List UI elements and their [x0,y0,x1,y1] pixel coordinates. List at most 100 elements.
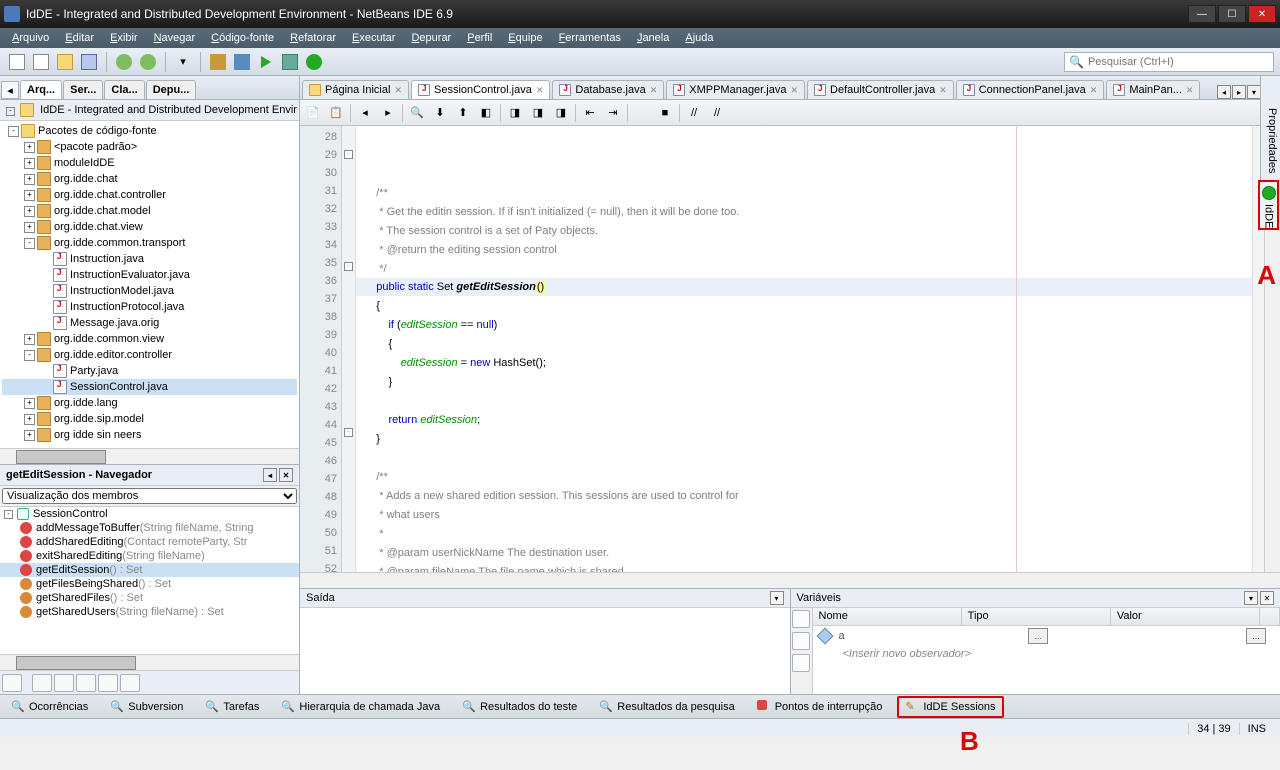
menu-depurar[interactable]: Depurar [403,30,459,46]
open-button[interactable] [54,51,76,73]
nav-back-button[interactable]: ◂ [354,103,376,123]
nav-filter-4[interactable] [76,674,96,692]
toggle-hl-button[interactable]: ◧ [475,103,497,123]
menu-editar[interactable]: Editar [57,30,102,46]
nav-method[interactable]: getSharedUsers(String fileName) : Set [0,605,299,619]
nav-hscroll[interactable] [0,654,299,670]
variable-row[interactable]: a ... ... [813,626,1280,646]
navigator-close[interactable]: ✕ [279,468,293,482]
tree-node[interactable]: -Pacotes de código-fonte [2,123,297,139]
output-min[interactable]: ▾ [770,591,784,605]
project-tab-3[interactable]: Depu... [146,80,197,99]
tab-close-icon[interactable]: ✕ [1186,85,1194,96]
editor-tab[interactable]: Database.java✕ [552,80,664,99]
watch-btn-3[interactable] [792,654,810,672]
line-gutter[interactable]: 2829303132333435363738394041424344454647… [300,126,342,572]
editor-tab[interactable]: SessionControl.java✕ [411,80,550,99]
idde-side-tab[interactable]: IdDE [1258,180,1279,230]
tab-close-icon[interactable]: ✕ [1090,85,1098,96]
project-root-label[interactable]: - IdDE - Integrated and Distributed Deve… [0,100,299,121]
tree-node[interactable]: -org.idde.editor.controller [2,347,297,363]
tree-node[interactable]: +<pacote padrão> [2,139,297,155]
editor-hscroll[interactable] [300,572,1280,588]
config-dropdown[interactable]: ▾ [172,51,194,73]
macro-rec-button[interactable] [631,103,653,123]
tab-close-icon[interactable]: ✕ [394,85,402,96]
debug-button[interactable] [279,51,301,73]
tree-node[interactable]: +org.idde.chat.view [2,219,297,235]
comment-button[interactable]: // [683,103,705,123]
tree-node[interactable]: +org.idde.sip.model [2,411,297,427]
macro-stop-button[interactable]: ■ [654,103,676,123]
menu-código-fonte[interactable]: Código-fonte [203,30,282,46]
add-watch-row[interactable]: <Inserir novo observador> [813,646,1280,662]
project-tab-1[interactable]: Ser... [63,80,103,99]
tree-node[interactable]: InstructionModel.java [2,283,297,299]
tree-node[interactable]: +org.idde.common.view [2,331,297,347]
view-tab-resultados-do-teste[interactable]: 🔍Resultados do teste [455,697,584,717]
menu-ajuda[interactable]: Ajuda [677,30,721,46]
build-button[interactable] [207,51,229,73]
editor-tab[interactable]: XMPPManager.java✕ [666,80,805,99]
profile-button[interactable] [303,51,325,73]
nav-method[interactable]: getFilesBeingShared() : Set [0,577,299,591]
next-bookmark-button[interactable]: ◨ [527,103,549,123]
editor-tab[interactable]: Página Inicial✕ [302,80,409,99]
search-input[interactable] [1084,56,1269,68]
tree-node[interactable]: Message.java.orig [2,315,297,331]
menu-navegar[interactable]: Navegar [146,30,204,46]
find-sel-button[interactable]: ⬇ [429,103,451,123]
last-edit-button[interactable]: 🔍 [406,103,428,123]
navigator-class-root[interactable]: - SessionControl [0,507,299,521]
project-tab-0[interactable]: Arq... [20,80,62,99]
view-tab-ocorrências[interactable]: 🔍Ocorrências [4,697,95,717]
variables-min[interactable]: ▾ [1244,591,1258,605]
view-tab-pontos-de-interrupção[interactable]: Pontos de interrupção [750,697,890,717]
value-more[interactable]: ... [1246,628,1266,644]
variables-table[interactable]: Nome Tipo Valor a ... ... [813,608,1280,694]
new-project-button[interactable] [30,51,52,73]
nav-method[interactable]: addSharedEditing(Contact remoteParty, St… [0,535,299,549]
navigator-collapse[interactable]: ◂ [263,468,277,482]
code-editor[interactable]: 2829303132333435363738394041424344454647… [300,126,1280,572]
watch-btn-1[interactable] [792,610,810,628]
prev-bookmark-button[interactable]: ◨ [504,103,526,123]
nav-method[interactable]: exitSharedEditing(String fileName) [0,549,299,563]
menu-equipe[interactable]: Equipe [500,30,550,46]
nav-method[interactable]: getEditSession() : Set [0,563,299,577]
history-button[interactable]: 📋 [325,103,347,123]
undo-button[interactable] [113,51,135,73]
fold-gutter[interactable]: - - - - [342,126,356,572]
editor-tab-ctrl-1[interactable]: ▸ [1232,85,1246,99]
tree-node[interactable]: +org idde sin neers [2,427,297,443]
save-all-button[interactable] [78,51,100,73]
view-tab-subversion[interactable]: 🔍Subversion [103,697,190,717]
watch-btn-2[interactable] [792,632,810,650]
maximize-button[interactable]: ☐ [1218,5,1246,23]
toggle-bookmark-button[interactable]: ◨ [550,103,572,123]
menu-refatorar[interactable]: Refatorar [282,30,344,46]
find-prev-button[interactable]: ⬆ [452,103,474,123]
variables-close[interactable]: ✕ [1260,591,1274,605]
navigator-tree[interactable]: - SessionControl addMessageToBuffer(Stri… [0,507,299,654]
run-button[interactable] [255,51,277,73]
editor-tab[interactable]: DefaultController.java✕ [807,80,954,99]
col-type[interactable]: Tipo [962,608,1111,625]
editor-tab[interactable]: ConnectionPanel.java✕ [956,80,1105,99]
nav-method[interactable]: getSharedFiles() : Set [0,591,299,605]
tree-node[interactable]: SessionControl.java [2,379,297,395]
nav-filter-3[interactable] [54,674,74,692]
col-name[interactable]: Nome [813,608,962,625]
tab-close-icon[interactable]: ✕ [939,85,947,96]
shift-right-button[interactable]: ⇥ [602,103,624,123]
view-tab-hierarquia-de-chamada-java[interactable]: 🔍Hierarquia de chamada Java [274,697,447,717]
tree-node[interactable]: +org.idde.chat.model [2,203,297,219]
tree-node[interactable]: InstructionProtocol.java [2,299,297,315]
type-more[interactable]: ... [1028,628,1048,644]
view-tab-resultados-da-pesquisa[interactable]: 🔍Resultados da pesquisa [592,697,741,717]
tree-node[interactable]: Instruction.java [2,251,297,267]
tree-node[interactable]: Party.java [2,363,297,379]
minimize-button[interactable]: — [1188,5,1216,23]
menu-exibir[interactable]: Exibir [102,30,146,46]
tab-close-icon[interactable]: ✕ [790,85,798,96]
